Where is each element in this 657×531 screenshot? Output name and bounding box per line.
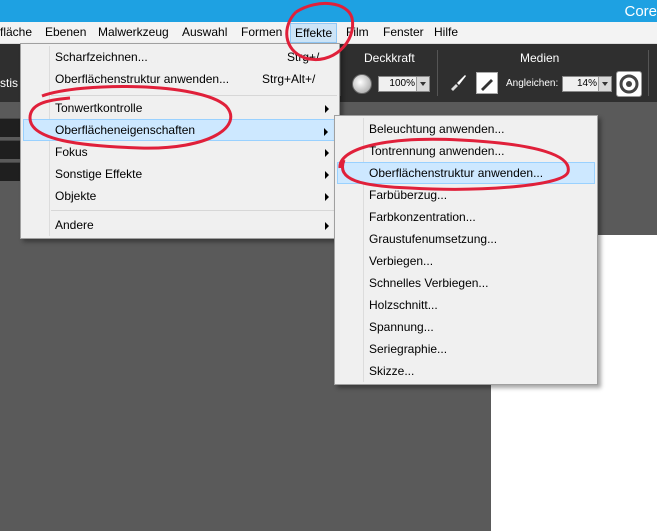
toolbar-separator	[340, 50, 341, 96]
submenu-arrow-icon	[325, 171, 329, 179]
submenu-item-farbueberzug[interactable]: Farbüberzug...	[337, 184, 595, 206]
submenu-item-spannung[interactable]: Spannung...	[337, 316, 595, 338]
menu-item-label: Farbüberzug...	[369, 188, 448, 202]
submenu-item-skizze[interactable]: Skizze...	[337, 360, 595, 382]
menu-item-label: Oberflächenstruktur anwenden...	[369, 166, 544, 180]
submenu-item-graustufenumsetzung[interactable]: Graustufenumsetzung...	[337, 228, 595, 250]
surface-properties-submenu: Beleuchtung anwenden... Tontrennung anwe…	[334, 115, 598, 385]
menu-item-label: Fokus	[55, 145, 88, 159]
submenu-item-holzschnitt[interactable]: Holzschnitt...	[337, 294, 595, 316]
menu-hilfe[interactable]: Hilfe	[430, 25, 462, 39]
menu-formen[interactable]: Formen	[237, 25, 286, 39]
opacity-select[interactable]: 100%	[378, 76, 430, 92]
submenu-item-verbiegen[interactable]: Verbiegen...	[337, 250, 595, 272]
submenu-item-tontrennung[interactable]: Tontrennung anwenden...	[337, 140, 595, 162]
menu-item-label: Scharfzeichnen...	[55, 50, 148, 64]
submenu-item-seriegraphie[interactable]: Seriegraphie...	[337, 338, 595, 360]
menu-item-label: Oberflächeneigenschaften	[55, 123, 196, 137]
effects-menu: Scharfzeichnen... Strg+/ Oberflächenstru…	[20, 43, 340, 239]
menu-flaeche[interactable]: fläche	[0, 25, 36, 39]
opacity-dial-icon[interactable]	[352, 74, 372, 94]
chevron-down-icon[interactable]	[598, 77, 611, 91]
menu-item-label: Schnelles Verbiegen...	[369, 276, 489, 290]
submenu-item-farbkonzentration[interactable]: Farbkonzentration...	[337, 206, 595, 228]
submenu-arrow-icon	[325, 149, 329, 157]
menu-effekte[interactable]: Effekte	[290, 23, 338, 43]
menu-item-label: Objekte	[55, 189, 97, 203]
submenu-arrow-icon	[324, 128, 328, 136]
toolbar-separator	[437, 50, 438, 96]
menu-item-label: Oberflächenstruktur anwenden...	[55, 72, 230, 86]
menu-item-sonstige-effekte[interactable]: Sonstige Effekte	[23, 163, 337, 185]
swirl-icon[interactable]	[616, 71, 642, 97]
submenu-item-schnelles-verbiegen[interactable]: Schnelles Verbiegen...	[337, 272, 595, 294]
title-bar: Core	[0, 0, 657, 22]
menu-item-label: Holzschnitt...	[369, 298, 438, 312]
menu-item-label: Farbkonzentration...	[369, 210, 476, 224]
menu-ebenen[interactable]: Ebenen	[41, 25, 90, 39]
menu-item-label: Tontrennung anwenden...	[369, 144, 505, 158]
menu-item-oberflaechenstruktur[interactable]: Oberflächenstruktur anwenden... Strg+Alt…	[23, 68, 337, 90]
brush-icon[interactable]	[448, 72, 468, 92]
panel-tab[interactable]	[0, 118, 20, 137]
media-label: Medien	[520, 51, 560, 65]
menu-item-label: Tonwertkontrolle	[55, 101, 143, 115]
menu-item-label: Spannung...	[369, 320, 434, 334]
menu-film[interactable]: Film	[342, 25, 373, 39]
menu-item-label: Andere	[55, 218, 94, 232]
menu-item-label: Beleuchtung anwenden...	[369, 122, 505, 136]
panel-tab[interactable]	[0, 140, 20, 159]
menu-malwerkzeug[interactable]: Malwerkzeug	[94, 25, 173, 39]
menu-auswahl[interactable]: Auswahl	[178, 25, 231, 39]
window-title: Core	[624, 3, 657, 20]
menu-item-tonwertkontrolle[interactable]: Tonwertkontrolle	[23, 97, 337, 119]
menu-item-objekte[interactable]: Objekte	[23, 185, 337, 207]
blend-value: 14%	[576, 78, 597, 89]
submenu-item-oberflaechenstruktur[interactable]: Oberflächenstruktur anwenden...	[337, 162, 595, 184]
submenu-arrow-icon	[325, 105, 329, 113]
submenu-arrow-icon	[325, 222, 329, 230]
panel-tab[interactable]	[0, 162, 20, 181]
menu-item-label: Graustufenumsetzung...	[369, 232, 498, 246]
menu-fenster[interactable]: Fenster	[379, 25, 428, 39]
menu-item-andere[interactable]: Andere	[23, 214, 337, 236]
chevron-down-icon[interactable]	[416, 77, 429, 91]
menu-bar: fläche Ebenen Malwerkzeug Auswahl Formen…	[0, 22, 657, 44]
submenu-arrow-icon	[325, 193, 329, 201]
menu-item-fokus[interactable]: Fokus	[23, 141, 337, 163]
menu-item-label: Verbiegen...	[369, 254, 434, 268]
menu-item-shortcut: Strg+Alt+/	[262, 72, 316, 86]
menu-item-label: Seriegraphie...	[369, 342, 448, 356]
menu-item-label: Sonstige Effekte	[55, 167, 143, 181]
opacity-label: Deckkraft	[364, 51, 415, 65]
menu-item-scharfzeichnen[interactable]: Scharfzeichnen... Strg+/	[23, 46, 337, 68]
submenu-item-beleuchtung[interactable]: Beleuchtung anwenden...	[337, 118, 595, 140]
blend-label: Angleichen:	[506, 78, 559, 89]
blend-select[interactable]: 14%	[562, 76, 612, 92]
media-edit-icon[interactable]	[476, 72, 498, 94]
opacity-value: 100%	[389, 78, 415, 89]
toolbar-separator	[648, 50, 649, 96]
menu-item-shortcut: Strg+/	[287, 50, 320, 64]
menu-separator	[51, 95, 337, 96]
toolbar-left-label: stis	[0, 76, 18, 90]
left-panel-tabs	[0, 102, 20, 182]
menu-separator	[51, 210, 337, 211]
menu-item-oberflaecheneigenschaften[interactable]: Oberflächeneigenschaften	[23, 119, 337, 141]
menu-item-label: Skizze...	[369, 364, 415, 378]
